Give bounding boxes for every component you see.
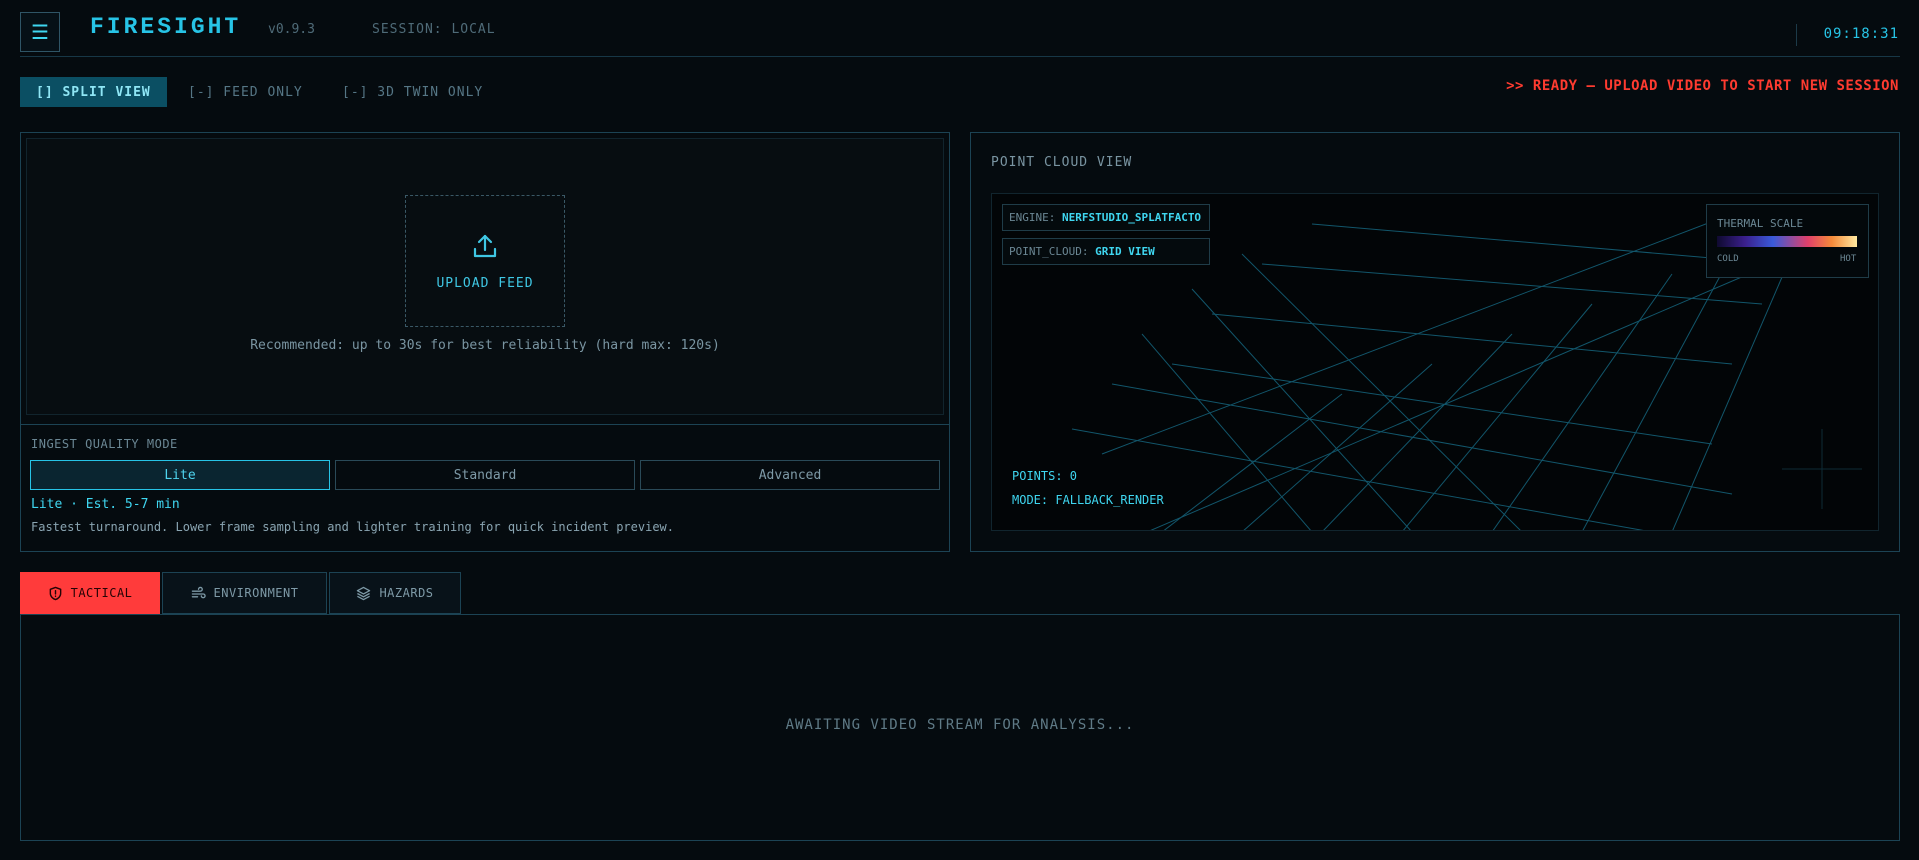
clock: 09:18:31 bbox=[1823, 26, 1899, 42]
app-title: FIRESIGHT bbox=[90, 14, 242, 40]
quality-mode-advanced-button[interactable]: Advanced bbox=[640, 460, 940, 490]
shield-alert-icon bbox=[49, 586, 61, 600]
point-cloud-value: GRID VIEW bbox=[1095, 245, 1155, 258]
header-divider bbox=[1796, 24, 1797, 46]
thermal-cold-label: COLD bbox=[1717, 254, 1739, 264]
thermal-scale-bar bbox=[1717, 236, 1857, 247]
quality-mode-estimate: Lite · Est. 5-7 min bbox=[31, 497, 180, 512]
header-separator bbox=[20, 56, 1900, 57]
menu-button[interactable]: ☰ bbox=[20, 12, 60, 52]
app-version: v0.9.3 bbox=[268, 22, 315, 37]
wind-icon bbox=[191, 586, 206, 598]
layers-icon bbox=[357, 586, 371, 600]
hamburger-icon: ☰ bbox=[31, 20, 49, 44]
render-mode: MODE: FALLBACK_RENDER bbox=[1012, 493, 1164, 507]
thermal-hot-label: HOT bbox=[1840, 254, 1857, 264]
quality-mode-standard-button[interactable]: Standard bbox=[335, 460, 635, 490]
point-cloud-mode-tag: POINT_CLOUD: GRID VIEW bbox=[1002, 238, 1210, 265]
upload-hint: Recommended: up to 30s for best reliabil… bbox=[250, 338, 720, 353]
tab-environment[interactable]: ENVIRONMENT bbox=[162, 572, 327, 614]
quality-mode-title: INGEST QUALITY MODE bbox=[31, 437, 178, 451]
engine-value: NERFSTUDIO_SPLATFACTO bbox=[1061, 211, 1202, 224]
quality-mode-description: Fastest turnaround. Lower frame sampling… bbox=[31, 520, 674, 534]
quality-mode-lite-button[interactable]: Lite bbox=[30, 460, 330, 490]
point-cloud-title: POINT CLOUD VIEW bbox=[991, 155, 1133, 170]
engine-tag: ENGINE: NERFSTUDIO_SPLATFACTO bbox=[1002, 204, 1210, 231]
upload-feed-label: UPLOAD FEED bbox=[436, 275, 534, 291]
analysis-placeholder: AWAITING VIDEO STREAM FOR ANALYSIS... bbox=[785, 717, 1135, 733]
view-tab-feed-only[interactable]: [-] FEED ONLY bbox=[172, 77, 319, 107]
tab-tactical-label: TACTICAL bbox=[70, 586, 133, 600]
status-message: >> READY — UPLOAD VIDEO TO START NEW SES… bbox=[1506, 78, 1899, 94]
tab-hazards-label: HAZARDS bbox=[379, 586, 434, 600]
view-tab-3d-twin-only[interactable]: [-] 3D TWIN ONLY bbox=[326, 77, 499, 107]
view-tab-split[interactable]: [] SPLIT VIEW bbox=[20, 77, 167, 107]
point-cloud-key: POINT_CLOUD: bbox=[1009, 245, 1089, 258]
tab-hazards[interactable]: HAZARDS bbox=[329, 572, 461, 614]
engine-key: ENGINE: bbox=[1009, 211, 1056, 224]
upload-feed-button[interactable]: UPLOAD FEED bbox=[405, 195, 565, 327]
tab-environment-label: ENVIRONMENT bbox=[213, 586, 299, 600]
session-label: SESSION: LOCAL bbox=[372, 22, 496, 37]
points-count: POINTS: 0 bbox=[1012, 469, 1078, 483]
quality-divider bbox=[21, 424, 949, 425]
upload-icon bbox=[473, 234, 497, 257]
thermal-scale-title: THERMAL SCALE bbox=[1717, 217, 1804, 230]
tab-tactical[interactable]: TACTICAL bbox=[20, 572, 160, 614]
